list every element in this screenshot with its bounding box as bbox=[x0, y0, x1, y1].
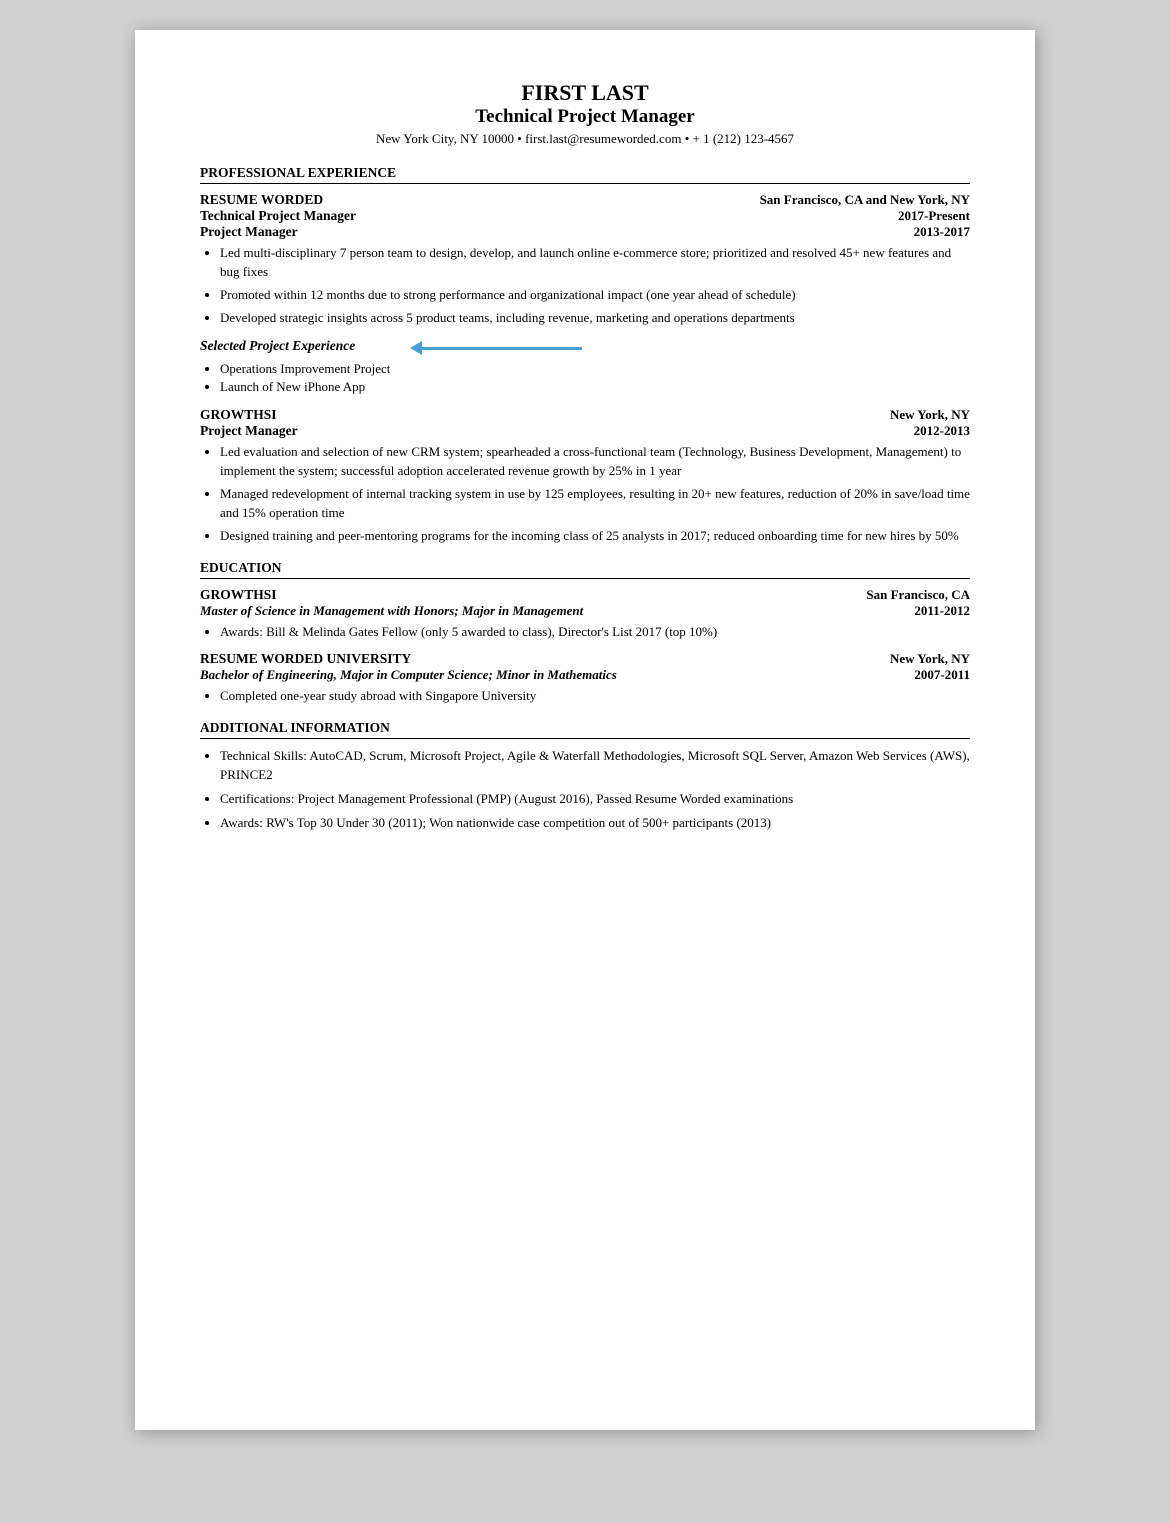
additional-list: Technical Skills: AutoCAD, Scrum, Micros… bbox=[220, 747, 970, 832]
project-list: Operations Improvement Project Launch of… bbox=[220, 361, 970, 395]
job-company-row-2: GROWTHSI New York, NY bbox=[200, 407, 970, 423]
additional-item: Awards: RW's Top 30 Under 30 (2011); Won… bbox=[220, 814, 970, 833]
bullet-item: Promoted within 12 months due to strong … bbox=[220, 286, 970, 305]
company-location-2: New York, NY bbox=[890, 407, 970, 423]
applicant-title: Technical Project Manager bbox=[200, 106, 970, 128]
additional-item: Certifications: Project Management Profe… bbox=[220, 790, 970, 809]
project-name-2: Launch of New iPhone App bbox=[220, 379, 970, 395]
resume-page: FIRST LAST Technical Project Manager New… bbox=[135, 30, 1035, 1430]
job-block-growthsi: GROWTHSI New York, NY Project Manager 20… bbox=[200, 407, 970, 545]
edu-school-row-2: RESUME WORDED UNIVERSITY New York, NY bbox=[200, 651, 970, 667]
job-title-2: Project Manager bbox=[200, 423, 298, 439]
bullet-item: Awards: Bill & Melinda Gates Fellow (onl… bbox=[220, 623, 970, 642]
school-location-1: San Francisco, CA bbox=[866, 587, 970, 603]
job-company-row-1: RESUME WORDED San Francisco, CA and New … bbox=[200, 192, 970, 208]
selected-project-label: Selected Project Experience bbox=[200, 338, 355, 354]
job-block-resume-worded: RESUME WORDED San Francisco, CA and New … bbox=[200, 192, 970, 395]
job-title-row-1: Technical Project Manager 2017-Present bbox=[200, 208, 970, 224]
company-name-1: RESUME WORDED bbox=[200, 192, 323, 208]
edu-school-row-1: GROWTHSI San Francisco, CA bbox=[200, 587, 970, 603]
bullet-item: Managed redevelopment of internal tracki… bbox=[220, 485, 970, 523]
school-location-2: New York, NY bbox=[890, 651, 970, 667]
edu-dates-2: 2007-2011 bbox=[914, 667, 970, 683]
edu-degree-2: Bachelor of Engineering, Major in Comput… bbox=[200, 667, 617, 683]
bullet-item: Developed strategic insights across 5 pr… bbox=[220, 309, 970, 328]
job-dates-1b: 2013-2017 bbox=[914, 224, 970, 240]
resume-header: FIRST LAST Technical Project Manager New… bbox=[200, 80, 970, 147]
edu-degree-row-2: Bachelor of Engineering, Major in Comput… bbox=[200, 667, 970, 683]
project-name-1: Operations Improvement Project bbox=[220, 361, 970, 377]
experience-header: PROFESSIONAL EXPERIENCE bbox=[200, 165, 970, 184]
applicant-contact: New York City, NY 10000 • first.last@res… bbox=[200, 131, 970, 147]
edu-dates-1: 2011-2012 bbox=[914, 603, 970, 619]
job-title-1: Technical Project Manager bbox=[200, 208, 356, 224]
edu-degree-1: Master of Science in Management with Hon… bbox=[200, 603, 583, 619]
education-section: EDUCATION GROWTHSI San Francisco, CA Mas… bbox=[200, 560, 970, 707]
job-bullets-1: Led multi-disciplinary 7 person team to … bbox=[220, 244, 970, 327]
job-title-1b: Project Manager bbox=[200, 224, 298, 240]
bullet-item: Led multi-disciplinary 7 person team to … bbox=[220, 244, 970, 282]
bullet-item: Completed one-year study abroad with Sin… bbox=[220, 687, 970, 706]
edu-degree-row-1: Master of Science in Management with Hon… bbox=[200, 603, 970, 619]
selected-project-section: Selected Project Experience bbox=[200, 337, 970, 355]
school-name-2: RESUME WORDED UNIVERSITY bbox=[200, 651, 411, 667]
arrow-head-icon bbox=[410, 341, 422, 355]
additional-section: ADDITIONAL INFORMATION Technical Skills:… bbox=[200, 720, 970, 832]
job-dates-2: 2012-2013 bbox=[914, 423, 970, 439]
job-title-row-2: Project Manager 2012-2013 bbox=[200, 423, 970, 439]
annotation-arrow bbox=[410, 341, 582, 355]
job-dates-1: 2017-Present bbox=[898, 208, 970, 224]
edu-block-1: GROWTHSI San Francisco, CA Master of Sci… bbox=[200, 587, 970, 642]
company-location-1: San Francisco, CA and New York, NY bbox=[760, 192, 970, 208]
edu-block-2: RESUME WORDED UNIVERSITY New York, NY Ba… bbox=[200, 651, 970, 706]
additional-header: ADDITIONAL INFORMATION bbox=[200, 720, 970, 739]
experience-section: PROFESSIONAL EXPERIENCE RESUME WORDED Sa… bbox=[200, 165, 970, 546]
arrow-line bbox=[422, 347, 582, 350]
additional-item: Technical Skills: AutoCAD, Scrum, Micros… bbox=[220, 747, 970, 785]
job-bullets-2: Led evaluation and selection of new CRM … bbox=[220, 443, 970, 545]
job-title-row-1b: Project Manager 2013-2017 bbox=[200, 224, 970, 240]
edu-bullets-2: Completed one-year study abroad with Sin… bbox=[220, 687, 970, 706]
bullet-item: Designed training and peer-mentoring pro… bbox=[220, 527, 970, 546]
bullet-item: Led evaluation and selection of new CRM … bbox=[220, 443, 970, 481]
education-header: EDUCATION bbox=[200, 560, 970, 579]
applicant-name: FIRST LAST bbox=[200, 80, 970, 106]
school-name-1: GROWTHSI bbox=[200, 587, 277, 603]
company-name-2: GROWTHSI bbox=[200, 407, 277, 423]
edu-bullets-1: Awards: Bill & Melinda Gates Fellow (onl… bbox=[220, 623, 970, 642]
